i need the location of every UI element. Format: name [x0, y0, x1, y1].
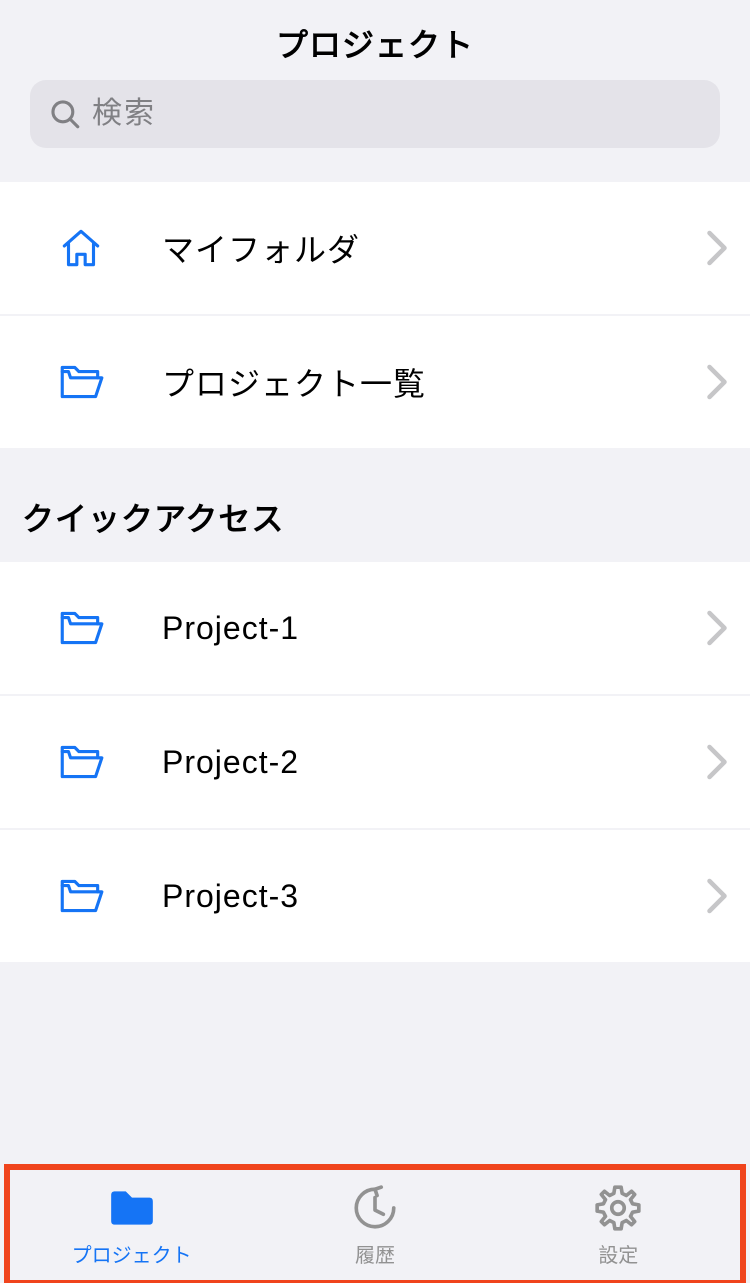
spacer — [0, 962, 750, 1164]
quick-access-item[interactable]: Project-1 — [0, 562, 750, 694]
search-icon — [48, 97, 82, 131]
quick-access-item-label: Project-1 — [162, 610, 706, 647]
quick-access-item-label: Project-3 — [162, 878, 706, 915]
folder-open-icon — [56, 737, 106, 787]
page-title: プロジェクト — [0, 20, 750, 66]
folder-open-icon — [56, 603, 106, 653]
nav-item-my-folder[interactable]: マイフォルダ — [0, 182, 750, 314]
search-input[interactable] — [92, 97, 702, 131]
folder-open-icon — [56, 357, 106, 407]
history-icon — [350, 1183, 400, 1233]
tab-label: プロジェクト — [72, 1239, 192, 1268]
quick-access-heading: クイックアクセス — [0, 448, 750, 562]
nav-item-label: プロジェクト一覧 — [162, 359, 706, 405]
folder-solid-icon — [107, 1183, 157, 1233]
chevron-right-icon — [706, 610, 728, 646]
quick-access-item[interactable]: Project-2 — [0, 696, 750, 828]
search-container — [0, 80, 750, 170]
quick-access-item-label: Project-2 — [162, 744, 706, 781]
home-icon — [56, 223, 106, 273]
chevron-right-icon — [706, 364, 728, 400]
gear-icon — [593, 1183, 643, 1233]
tab-label: 履歴 — [355, 1239, 395, 1268]
tab-projects[interactable]: プロジェクト — [10, 1170, 253, 1280]
chevron-right-icon — [706, 744, 728, 780]
tab-label: 設定 — [598, 1239, 638, 1268]
tab-history[interactable]: 履歴 — [253, 1170, 496, 1280]
nav-list: マイフォルダ プロジェクト一覧 — [0, 182, 750, 448]
chevron-right-icon — [706, 230, 728, 266]
tabbar-highlight: プロジェクト 履歴 設定 — [4, 1164, 746, 1283]
tabbar: プロジェクト 履歴 設定 — [10, 1170, 740, 1280]
nav-item-project-list[interactable]: プロジェクト一覧 — [0, 316, 750, 448]
folder-open-icon — [56, 871, 106, 921]
chevron-right-icon — [706, 878, 728, 914]
tab-settings[interactable]: 設定 — [497, 1170, 740, 1280]
quick-access-list: Project-1 Project-2 Project-3 — [0, 562, 750, 962]
search-field[interactable] — [30, 80, 720, 148]
header: プロジェクト — [0, 0, 750, 80]
nav-item-label: マイフォルダ — [162, 225, 706, 271]
quick-access-item[interactable]: Project-3 — [0, 830, 750, 962]
